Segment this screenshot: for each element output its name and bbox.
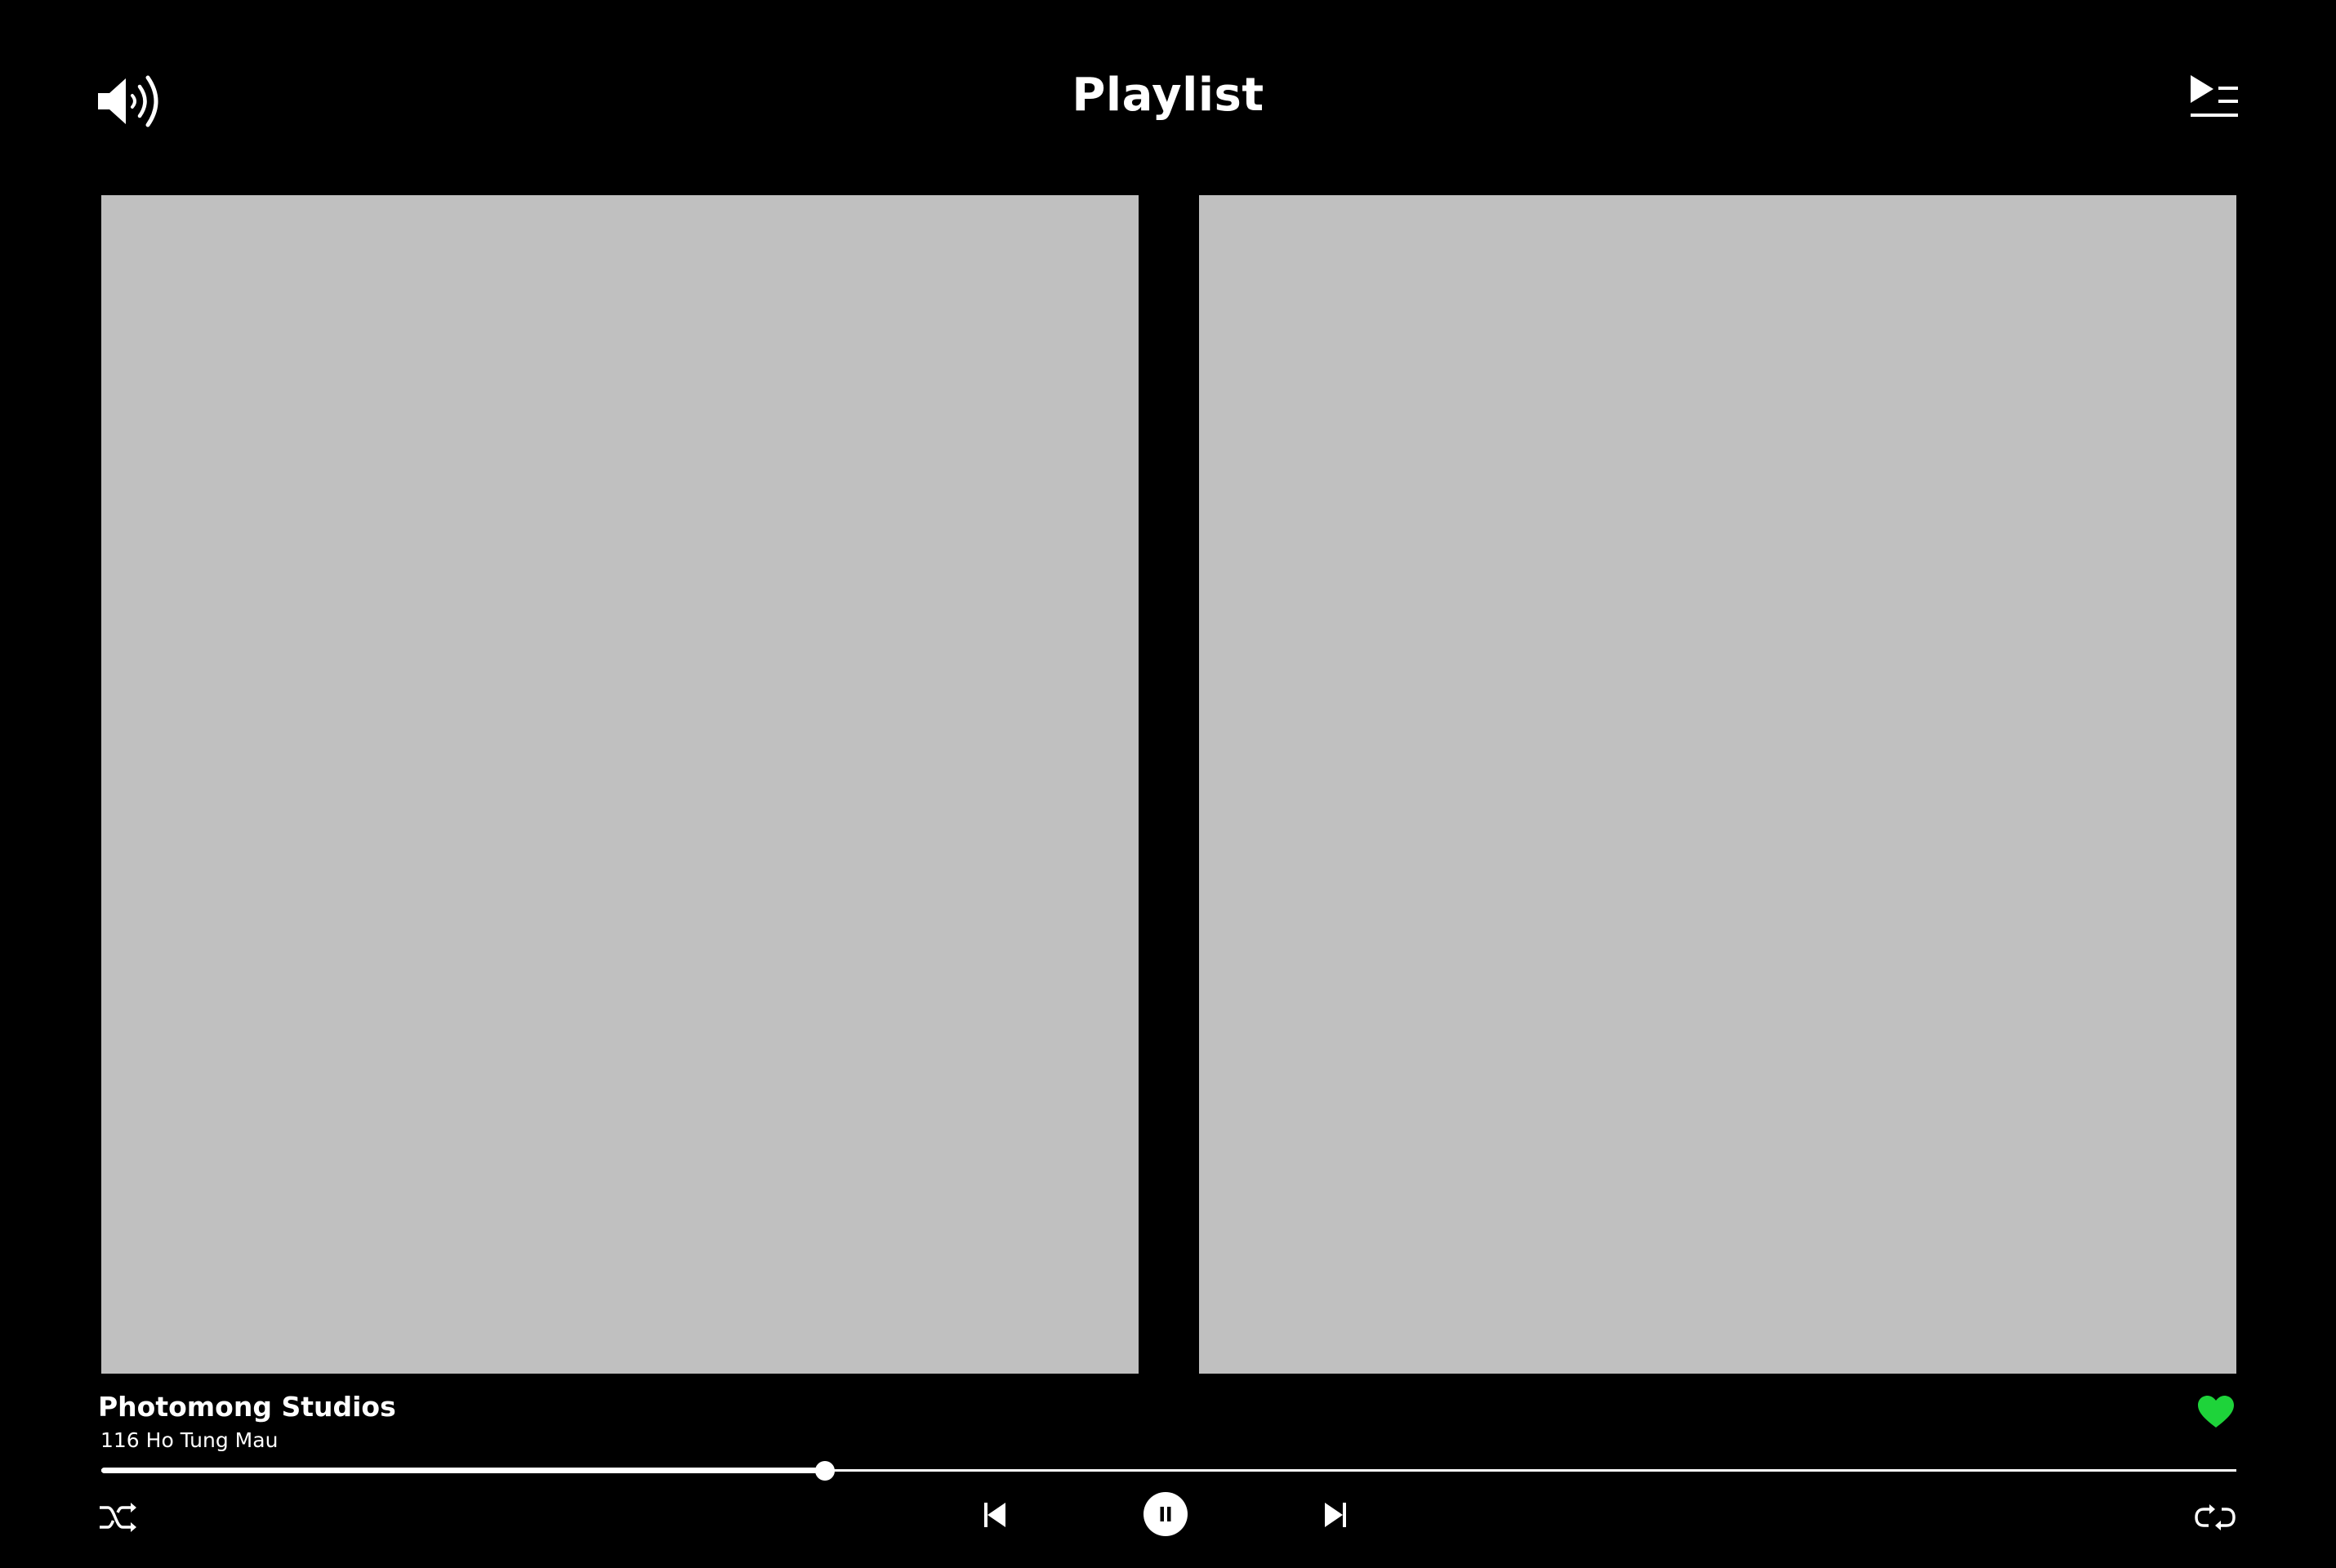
queue-button[interactable] [2191, 75, 2238, 119]
pause-icon [1160, 1507, 1171, 1521]
page-title: Playlist [1072, 69, 1264, 122]
track-subtitle: 116 Ho Tung Mau [100, 1428, 279, 1452]
skip-previous-icon [984, 1503, 1005, 1527]
repeat-button[interactable] [2194, 1501, 2236, 1534]
shuffle-icon [100, 1503, 136, 1532]
artwork-left [101, 195, 1139, 1374]
progress-fill [101, 1468, 826, 1473]
like-button[interactable] [2197, 1395, 2235, 1429]
track-title: Photomong Studios [98, 1391, 396, 1423]
play-pause-button[interactable] [1143, 1492, 1188, 1536]
next-button[interactable] [1323, 1501, 1348, 1529]
queue-icon [2191, 75, 2238, 117]
progress-handle[interactable] [815, 1461, 836, 1481]
music-player-screen: Playlist Photomong Studios 116 Ho Tung M… [0, 0, 2336, 1568]
repeat-icon [2195, 1504, 2236, 1530]
shuffle-button[interactable] [98, 1501, 137, 1534]
artwork-right [1199, 195, 2236, 1374]
progress-bar[interactable] [101, 1459, 2236, 1483]
previous-button[interactable] [983, 1501, 1007, 1529]
heart-icon [2198, 1396, 2234, 1428]
header-bar: Playlist [0, 0, 2336, 180]
skip-next-icon [1325, 1503, 1346, 1527]
